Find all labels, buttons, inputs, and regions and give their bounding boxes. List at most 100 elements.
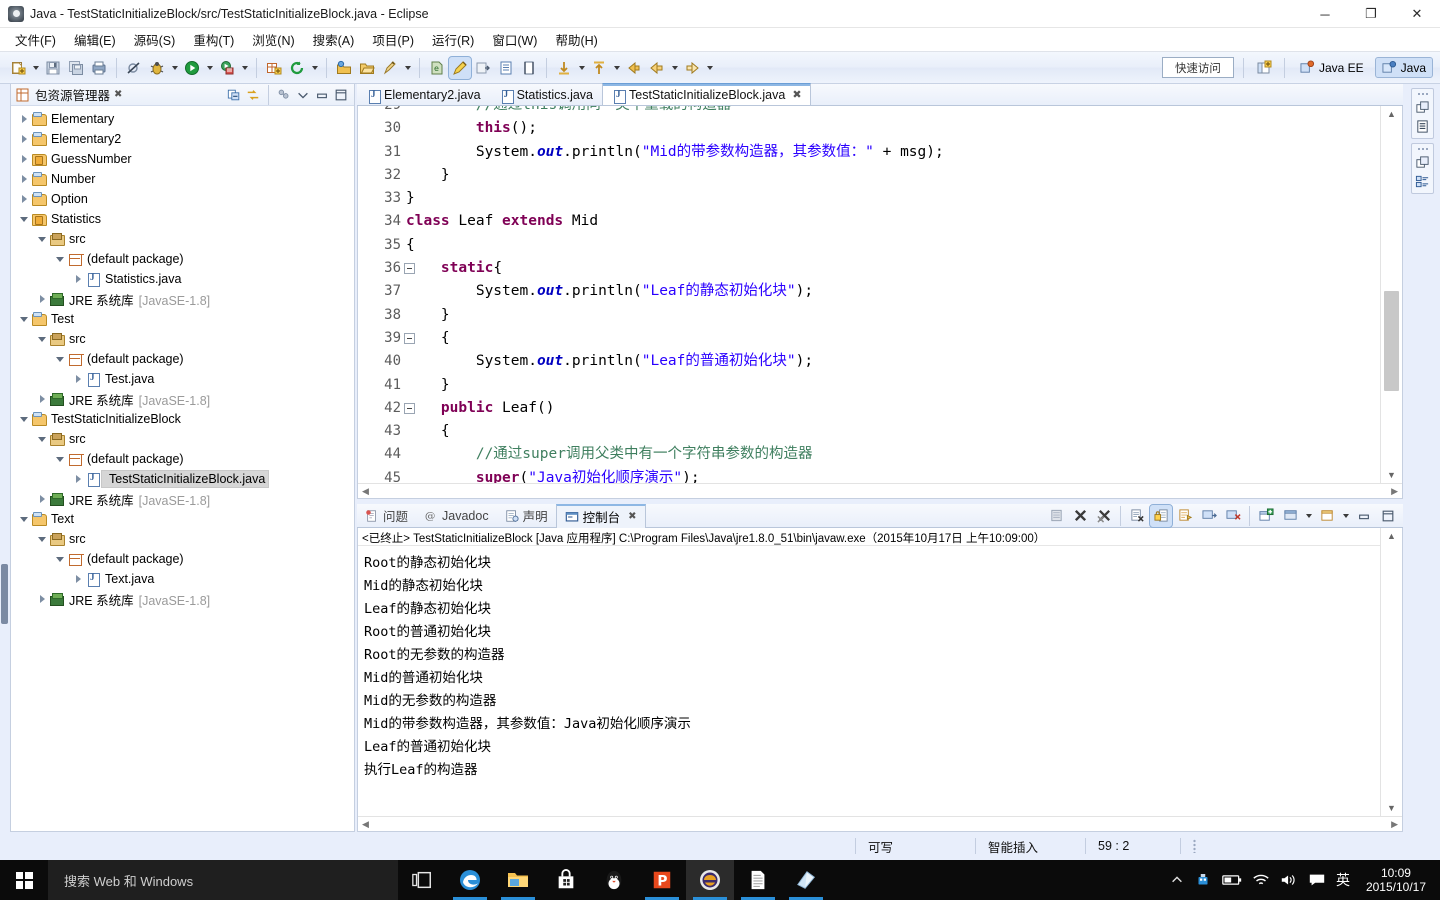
menu-file[interactable]: 文件(F)	[6, 27, 65, 52]
editor-scroll-thumb[interactable]	[1384, 291, 1399, 391]
ime-indicator[interactable]: 英	[1336, 870, 1350, 890]
previous-edit-icon[interactable]	[553, 57, 575, 79]
close-button[interactable]: ✕	[1394, 0, 1440, 28]
link-with-editor-icon[interactable]	[246, 88, 260, 102]
action-center-icon[interactable]	[1308, 872, 1326, 888]
open-resource-icon[interactable]	[356, 57, 378, 79]
drag-handle-dots-icon[interactable]	[1416, 92, 1429, 96]
chevron-right-icon[interactable]	[71, 469, 85, 489]
taskbar-search-box[interactable]: 搜索 Web 和 Windows	[48, 860, 398, 900]
menu-run[interactable]: 运行(R)	[423, 27, 483, 52]
source-viewer[interactable]: 29 30 31 32 33 34 35 36 37 38 39 40 41 42 43 44 45 //通过t…	[358, 106, 1380, 483]
minimize-view-icon[interactable]	[315, 88, 329, 102]
last-edit-dropdown-icon[interactable]	[611, 57, 622, 79]
console-body[interactable]: <已终止> TestStaticInitializeBlock [Java 应用…	[357, 528, 1403, 832]
perspective-java-ee[interactable]: Java EE	[1294, 58, 1370, 77]
back-icon[interactable]	[623, 57, 645, 79]
console-scroll-right-icon[interactable]: ▶	[1391, 819, 1398, 830]
tree-item[interactable]: GuessNumber	[11, 149, 354, 169]
editor-tab[interactable]: Statistics.java	[490, 83, 602, 105]
code-text[interactable]: //通过this调用同一类中重载的构造器 this(); System.out.…	[406, 106, 1380, 483]
display-console-dropdown-icon[interactable]	[1303, 505, 1314, 527]
qq-icon[interactable]	[590, 860, 638, 900]
quick-fix-icon[interactable]	[379, 57, 401, 79]
open-console-dropdown-icon[interactable]	[1340, 505, 1351, 527]
chevron-down-icon[interactable]	[17, 509, 31, 529]
editor-body[interactable]: 29 30 31 32 33 34 35 36 37 38 39 40 41 42 43 44 45 //通过t…	[357, 106, 1403, 499]
scroll-down-arrow-icon[interactable]: ▼	[1381, 467, 1402, 483]
scroll-right-arrow-icon[interactable]: ▶	[1391, 486, 1398, 497]
last-edit-location-icon[interactable]	[588, 57, 610, 79]
menu-edit[interactable]: 编辑(E)	[65, 27, 125, 52]
chevron-down-icon[interactable]	[35, 329, 49, 349]
tree-item[interactable]: JRE 系统库 [JavaSE-1.8]	[11, 489, 354, 509]
tree-item[interactable]: Number	[11, 169, 354, 189]
task-view-icon[interactable]	[398, 860, 446, 900]
package-explorer-close-icon[interactable]: ✖	[114, 89, 122, 100]
next-annotation-icon[interactable]	[472, 57, 494, 79]
chevron-down-icon[interactable]	[53, 349, 67, 369]
restore-view-icon[interactable]	[1415, 100, 1430, 115]
collapse-all-icon[interactable]	[227, 88, 241, 102]
chevron-down-icon[interactable]	[35, 429, 49, 449]
new-java-project-icon[interactable]	[263, 57, 285, 79]
tree-item[interactable]: JRE 系统库 [JavaSE-1.8]	[11, 589, 354, 609]
console-tab-close-icon[interactable]: ✖	[628, 511, 636, 522]
taskbar-clock[interactable]: 10:09 2015/10/17	[1360, 866, 1432, 894]
chevron-down-icon[interactable]	[35, 229, 49, 249]
forward-dropdown-icon[interactable]	[704, 57, 715, 79]
tree-item[interactable]: TestStaticInitializeBlock	[11, 409, 354, 429]
scroll-lock-icon[interactable]	[1149, 503, 1173, 528]
console-scroll-up-icon[interactable]: ▲	[1381, 528, 1402, 544]
tree-item[interactable]: JRE 系统库 [JavaSE-1.8]	[11, 289, 354, 309]
refresh-icon[interactable]	[286, 57, 308, 79]
quick-access-input[interactable]: 快速访问	[1161, 57, 1234, 78]
open-type-icon[interactable]	[333, 57, 355, 79]
chevron-right-icon[interactable]	[35, 489, 49, 509]
run-dropdown-icon[interactable]	[204, 57, 215, 79]
chevron-right-icon[interactable]	[17, 169, 31, 189]
tree-item[interactable]: src	[11, 529, 354, 549]
drag-handle-dots-icon-2[interactable]	[1416, 147, 1429, 151]
tree-item[interactable]: Elementary2	[11, 129, 354, 149]
console-tab[interactable]: @ Javadoc	[416, 504, 497, 528]
chevron-down-icon[interactable]	[53, 449, 67, 469]
print-icon[interactable]	[88, 57, 110, 79]
save-all-icon[interactable]	[65, 57, 87, 79]
refresh-dropdown-icon[interactable]	[309, 57, 320, 79]
console-horizontal-scrollbar[interactable]: ◀ ▶	[358, 816, 1402, 831]
tray-overflow-icon[interactable]	[1170, 873, 1184, 887]
tree-item[interactable]: src	[11, 429, 354, 449]
tree-item[interactable]: Text	[11, 509, 354, 529]
save-icon[interactable]	[42, 57, 64, 79]
outline-view-icon[interactable]	[1415, 119, 1430, 134]
minimize-button[interactable]: ─	[1302, 0, 1348, 28]
editor-tab[interactable]: TestStaticInitializeBlock.java ✖	[602, 83, 811, 105]
tree-item[interactable]: Test.java	[11, 369, 354, 389]
new-console-view-icon[interactable]	[1255, 505, 1277, 527]
tree-item[interactable]: JRE 系统库 [JavaSE-1.8]	[11, 389, 354, 409]
menu-search[interactable]: 搜索(A)	[304, 27, 364, 52]
console-vertical-scrollbar[interactable]: ▲ ▼	[1380, 528, 1402, 816]
maximize-button[interactable]: ❐	[1348, 0, 1394, 28]
notepad-icon[interactable]	[734, 860, 782, 900]
maximize-view-icon[interactable]	[334, 88, 348, 102]
chevron-right-icon[interactable]	[17, 149, 31, 169]
start-button[interactable]	[0, 860, 48, 900]
tree-item[interactable]: Test	[11, 309, 354, 329]
restore-view-icon-2[interactable]	[1415, 155, 1430, 170]
sash-grip-left[interactable]	[1, 564, 8, 624]
pin-console-icon[interactable]	[1174, 505, 1196, 527]
menu-source[interactable]: 源码(S)	[125, 27, 185, 52]
display-console-icon[interactable]	[1279, 505, 1301, 527]
xmind-icon[interactable]	[782, 860, 830, 900]
tray-usb-icon[interactable]	[1194, 871, 1212, 889]
view-menu-extra-icon[interactable]	[277, 88, 291, 102]
console-tab[interactable]: 声明	[497, 504, 556, 528]
menu-navigate[interactable]: 浏览(N)	[243, 27, 303, 52]
chevron-down-icon[interactable]	[17, 209, 31, 229]
menu-refactor[interactable]: 重构(T)	[184, 27, 243, 52]
battery-icon[interactable]	[1222, 873, 1242, 887]
editor-tab-close-icon[interactable]: ✖	[792, 88, 801, 101]
chevron-right-icon[interactable]	[35, 289, 49, 309]
